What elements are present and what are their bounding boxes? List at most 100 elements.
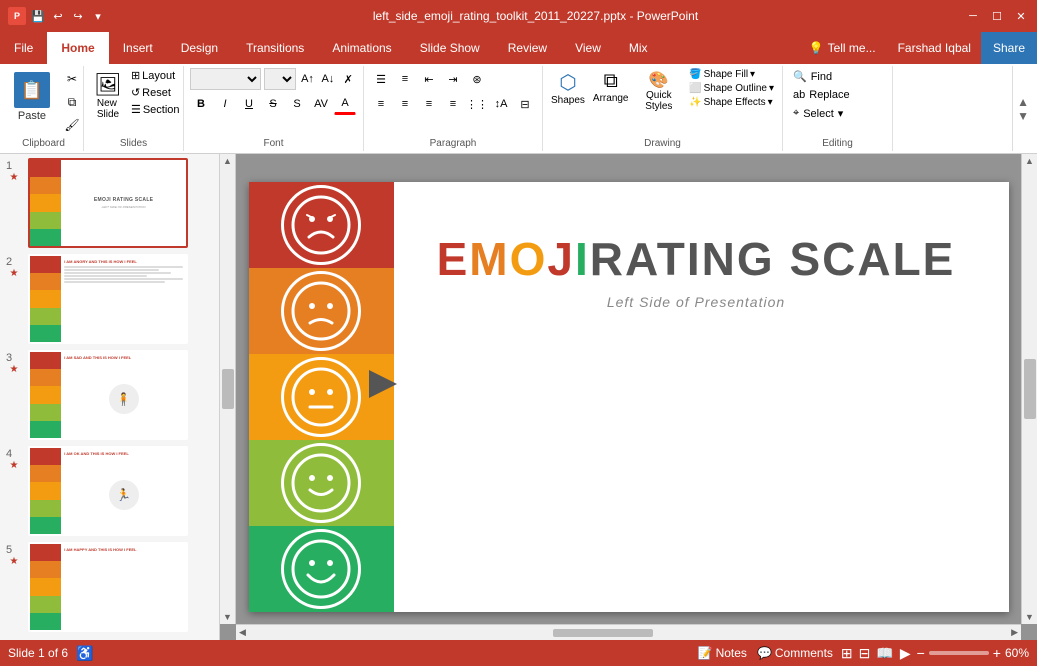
zoom-out-btn[interactable]: − bbox=[917, 645, 925, 661]
tab-file[interactable]: File bbox=[0, 32, 47, 64]
right-scrollbar[interactable]: ▲ ▼ bbox=[1021, 154, 1037, 624]
quick-styles-button[interactable]: 🎨 Quick Styles bbox=[635, 68, 684, 114]
align-text-btn[interactable]: ⊟ bbox=[514, 93, 536, 115]
close-btn[interactable]: ✕ bbox=[1013, 8, 1029, 24]
columns-btn[interactable]: ⋮⋮ bbox=[466, 93, 488, 115]
increase-font-btn[interactable]: A↑ bbox=[299, 68, 316, 90]
font-size-select[interactable] bbox=[264, 68, 296, 90]
replace-button[interactable]: ab Replace bbox=[789, 87, 854, 103]
zoom-slider[interactable] bbox=[929, 651, 989, 655]
italic-button[interactable]: I bbox=[214, 93, 236, 115]
align-left-btn[interactable]: ≡ bbox=[370, 93, 392, 115]
shape-outline-button[interactable]: ⬜ Shape Outline ▾ bbox=[687, 82, 776, 95]
slide-thumbnail-1[interactable]: EMOJI RATING SCALE LEFT SIDE OF PRESENTA… bbox=[28, 158, 188, 248]
scroll-thumb-r[interactable] bbox=[1024, 359, 1036, 419]
tab-slideshow[interactable]: Slide Show bbox=[406, 32, 494, 64]
slideshow-btn[interactable]: ▶ bbox=[900, 645, 911, 662]
slide-sorter-btn[interactable]: ⊟ bbox=[859, 645, 871, 662]
clear-format-btn[interactable]: ✗ bbox=[340, 68, 357, 90]
copy-button[interactable]: ⧉ bbox=[58, 91, 86, 113]
vertical-scrollbar[interactable]: ▲ ▼ bbox=[220, 154, 236, 624]
slide-thumb-1[interactable]: 1 ★ EMOJI RATING SCALE LEFT SIDE OF PRES… bbox=[6, 158, 213, 248]
shape-effects-chevron[interactable]: ▾ bbox=[768, 97, 773, 108]
emoji-row-2 bbox=[249, 268, 394, 354]
decrease-font-btn[interactable]: A↓ bbox=[319, 68, 336, 90]
scroll-thumb-v[interactable] bbox=[222, 369, 234, 409]
shape-outline-chevron[interactable]: ▾ bbox=[769, 83, 774, 94]
text-direction-btn[interactable]: ↕A bbox=[490, 93, 512, 115]
paste-button[interactable]: 📋 Paste bbox=[10, 68, 54, 126]
shape-effects-button[interactable]: ✨ Shape Effects ▾ bbox=[687, 96, 776, 109]
smart-art-btn[interactable]: ⊛ bbox=[466, 68, 488, 90]
tab-review[interactable]: Review bbox=[494, 32, 561, 64]
shape-fill-button[interactable]: 🪣 Shape Fill ▾ bbox=[687, 68, 776, 81]
save-quick-btn[interactable]: 💾 bbox=[30, 8, 46, 24]
scroll-up-arrow-r[interactable]: ▲ bbox=[1025, 156, 1034, 166]
slide-thumb-5[interactable]: 5 ★ I AM HAPPY AND THIS IS HOW I FEEL bbox=[6, 542, 213, 632]
undo-quick-btn[interactable]: ↩ bbox=[50, 8, 66, 24]
slide-thumbnail-4[interactable]: I AM OK AND THIS IS HOW I FEEL 🏃 bbox=[28, 446, 188, 536]
reset-button[interactable]: ↺ Reset bbox=[128, 85, 183, 100]
format-painter-button[interactable]: 🖌 bbox=[58, 114, 86, 136]
char-spacing-btn[interactable]: AV bbox=[310, 93, 332, 115]
tab-design[interactable]: Design bbox=[167, 32, 232, 64]
customize-quick-btn[interactable]: ▾ bbox=[90, 8, 106, 24]
tab-animations[interactable]: Animations bbox=[318, 32, 405, 64]
justify-btn[interactable]: ≡ bbox=[442, 93, 464, 115]
notes-button[interactable]: 📝 Notes bbox=[698, 646, 747, 660]
shape-fill-chevron[interactable]: ▾ bbox=[750, 69, 755, 80]
scroll-thumb-h[interactable] bbox=[553, 629, 653, 637]
new-slide-button[interactable]: 🖼 NewSlide bbox=[90, 68, 126, 124]
minimize-btn[interactable]: ─ bbox=[965, 8, 981, 24]
tab-insert[interactable]: Insert bbox=[109, 32, 167, 64]
zoom-in-btn[interactable]: + bbox=[993, 645, 1001, 661]
drawing-group: ⬡ Shapes ⧉ Arrange 🎨 Quick Styles 🪣 Shap… bbox=[543, 66, 783, 151]
comments-button[interactable]: 💬 Comments bbox=[757, 646, 833, 660]
scroll-right-arrow[interactable]: ▶ bbox=[1008, 627, 1021, 638]
strikethrough-button[interactable]: S bbox=[262, 93, 284, 115]
slide-thumb-3[interactable]: 3 ★ I AM SAD AND THIS IS HOW I FEEL bbox=[6, 350, 213, 440]
horizontal-scrollbar[interactable]: ◀ ▶ bbox=[236, 624, 1021, 640]
decrease-indent-btn[interactable]: ⇤ bbox=[418, 68, 440, 90]
find-button[interactable]: 🔍 Find bbox=[789, 68, 854, 85]
layout-button[interactable]: ⊞ Layout bbox=[128, 68, 183, 83]
scroll-up-arrow[interactable]: ▲ bbox=[223, 156, 232, 166]
reading-view-btn[interactable]: 📖 bbox=[876, 645, 893, 662]
slide-thumb-2[interactable]: 2 ★ I AM ANGRY AND THIS IS HOW I FEEL bbox=[6, 254, 213, 344]
font-color-button[interactable]: A bbox=[334, 93, 356, 115]
tab-home[interactable]: Home bbox=[47, 32, 108, 64]
slide-thumb-4[interactable]: 4 ★ I AM OK AND THIS IS HOW I FEEL bbox=[6, 446, 213, 536]
align-center-btn[interactable]: ≡ bbox=[394, 93, 416, 115]
align-right-btn[interactable]: ≡ bbox=[418, 93, 440, 115]
select-button[interactable]: ⌖ Select ▾ bbox=[789, 105, 854, 122]
bold-button[interactable]: B bbox=[190, 93, 212, 115]
tab-mix[interactable]: Mix bbox=[615, 32, 662, 64]
tell-me-input[interactable]: 💡 Tell me... bbox=[797, 41, 888, 55]
select-chevron[interactable]: ▾ bbox=[838, 107, 844, 120]
normal-view-btn[interactable]: ⊞ bbox=[841, 645, 853, 662]
section-button[interactable]: ☰ Section bbox=[128, 102, 183, 117]
redo-quick-btn[interactable]: ↪ bbox=[70, 8, 86, 24]
slide-thumbnail-3[interactable]: I AM SAD AND THIS IS HOW I FEEL 🧍 bbox=[28, 350, 188, 440]
font-family-select[interactable] bbox=[190, 68, 261, 90]
scroll-left-arrow[interactable]: ◀ bbox=[236, 627, 249, 638]
slide-thumbnail-5[interactable]: I AM HAPPY AND THIS IS HOW I FEEL bbox=[28, 542, 188, 632]
ribbon-scroll-btn[interactable]: ▲▼ bbox=[1012, 66, 1033, 151]
tab-view[interactable]: View bbox=[561, 32, 615, 64]
tab-transitions[interactable]: Transitions bbox=[232, 32, 318, 64]
bullets-button[interactable]: ☰ bbox=[370, 68, 392, 90]
maximize-btn[interactable]: ☐ bbox=[989, 8, 1005, 24]
increase-indent-btn[interactable]: ⇥ bbox=[442, 68, 464, 90]
scroll-down-arrow-r[interactable]: ▼ bbox=[1025, 612, 1034, 622]
shapes-button[interactable]: ⬡ Shapes bbox=[549, 68, 587, 108]
slide-thumbnail-2[interactable]: I AM ANGRY AND THIS IS HOW I FEEL bbox=[28, 254, 188, 344]
shadow-button[interactable]: S bbox=[286, 93, 308, 115]
scroll-down-arrow[interactable]: ▼ bbox=[223, 612, 232, 622]
accessibility-icon[interactable]: ♿ bbox=[76, 645, 93, 662]
share-button[interactable]: Share bbox=[981, 32, 1037, 64]
underline-button[interactable]: U bbox=[238, 93, 260, 115]
arrange-button[interactable]: ⧉ Arrange bbox=[591, 68, 631, 106]
slide-num-5: 5 bbox=[6, 542, 22, 556]
cut-button[interactable]: ✂ bbox=[58, 68, 86, 90]
numbering-button[interactable]: ≡ bbox=[394, 68, 416, 90]
